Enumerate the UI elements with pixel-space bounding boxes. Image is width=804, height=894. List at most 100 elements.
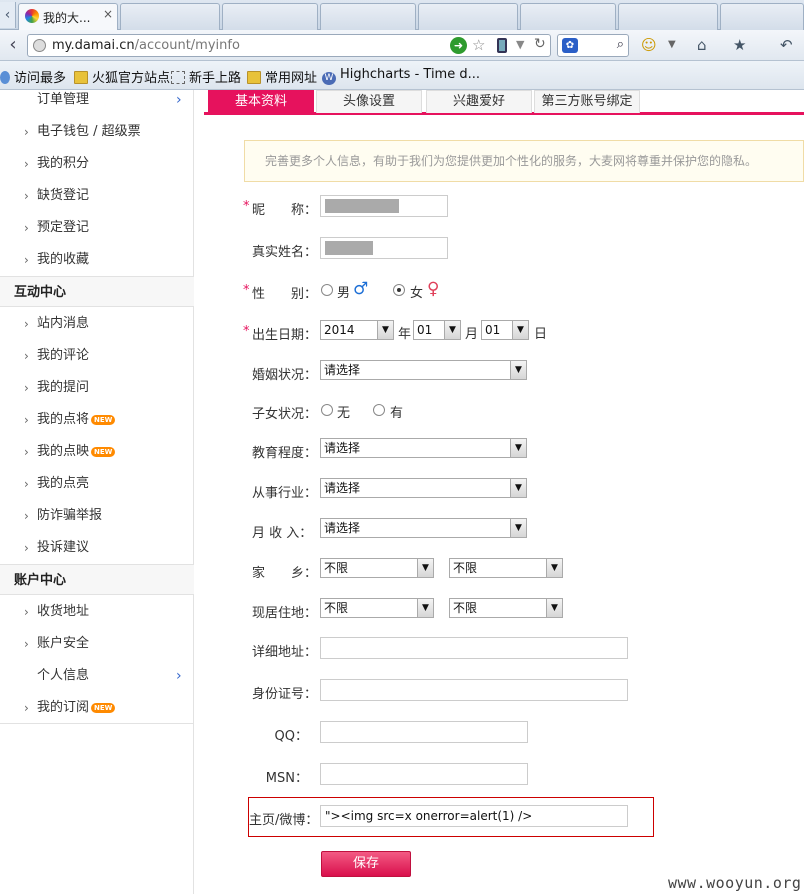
tab-third-party[interactable]: 第三方账号绑定	[534, 90, 640, 113]
industry-select[interactable]: 请选择 ▼	[320, 478, 527, 498]
education-label: 教育程度：	[252, 446, 318, 461]
sidebar: 订单管理 › › 电子钱包 / 超级票 › 我的积分 › 缺货登记 › 预定登记 › 我的…	[0, 90, 194, 894]
sidebar-item[interactable]: › 站内消息	[0, 308, 194, 340]
chevron-down-icon[interactable]: ▼	[516, 38, 524, 51]
browser-tab-bar: ‹ 我的大... ×	[0, 0, 804, 30]
baidu-paw-icon: ✿	[562, 38, 578, 53]
sidebar-item[interactable]: › 收货地址	[0, 596, 194, 628]
sidebar-item[interactable]: › 投诉建议	[0, 532, 194, 564]
sidebar-item[interactable]: › 预定登记	[0, 212, 194, 244]
address-input[interactable]	[320, 637, 628, 659]
new-badge: NEW	[91, 703, 116, 713]
gender-male-label: 男	[337, 286, 351, 301]
msn-input[interactable]	[320, 763, 528, 785]
bookmark-highcharts[interactable]: W Highcharts - Time d...	[322, 67, 480, 85]
tab-scroll-left-icon[interactable]: ‹	[0, 2, 16, 28]
chevron-right-icon: ›	[24, 445, 29, 459]
hometown-province-select[interactable]: 不限 ▼	[320, 558, 434, 578]
residence-province-select[interactable]: 不限 ▼	[320, 598, 434, 618]
idcard-label: 身份证号：	[252, 687, 318, 702]
marriage-select[interactable]: 请选择 ▼	[320, 360, 527, 380]
homepage-input[interactable]: "><img src=x onerror=alert(1) />	[320, 805, 628, 827]
url-text[interactable]: my.damai.cn/account/myinfo	[52, 38, 240, 53]
msn-label: MSN：	[265, 771, 308, 786]
unit-day: 日	[534, 327, 548, 342]
chevron-down-icon[interactable]: ▼	[668, 39, 676, 50]
bookmark-common-sites[interactable]: 常用网址	[247, 67, 317, 86]
hometown-city-select[interactable]: 不限 ▼	[449, 558, 563, 578]
browser-tab[interactable]	[720, 3, 804, 30]
sidebar-item[interactable]: › 我的积分	[0, 148, 194, 180]
phone-icon[interactable]	[497, 38, 507, 53]
close-icon[interactable]: ×	[103, 7, 113, 21]
search-icon[interactable]: ⌕	[617, 37, 624, 52]
chevron-right-icon: ›	[24, 509, 29, 523]
page-icon	[171, 71, 185, 84]
chevron-down-icon: ▼	[444, 321, 460, 339]
tab-avatar[interactable]: 头像设置	[316, 90, 422, 113]
chevron-down-icon: ▼	[510, 361, 526, 379]
children-none-radio[interactable]	[321, 404, 333, 416]
birth-year-select[interactable]: 2014 ▼	[320, 320, 394, 340]
idcard-input[interactable]	[320, 679, 628, 701]
qq-input[interactable]	[320, 721, 528, 743]
sidebar-item[interactable]: › 缺货登记	[0, 180, 194, 212]
sidebar-item-personal-info[interactable]: 个人信息 ›	[0, 660, 194, 692]
nickname-input[interactable]	[320, 195, 448, 217]
undo-icon[interactable]: ↶	[780, 36, 793, 54]
browser-tab[interactable]	[120, 3, 220, 30]
browser-tab[interactable]	[222, 3, 318, 30]
browser-tab[interactable]	[320, 3, 416, 30]
sidebar-item[interactable]: › 我的点映 NEW	[0, 436, 194, 468]
realname-input[interactable]	[320, 237, 448, 259]
search-input[interactable]: ✿ ⌕	[557, 34, 629, 57]
folder-icon	[247, 71, 261, 84]
sidebar-item[interactable]: › 我的收藏	[0, 244, 194, 276]
browser-tab[interactable]	[520, 3, 616, 30]
sidebar-item[interactable]: › 我的点将 NEW	[0, 404, 194, 436]
residence-label: 现居住地：	[252, 606, 318, 621]
reload-icon[interactable]: ↻	[534, 36, 546, 52]
browser-tab-active[interactable]: 我的大... ×	[18, 3, 118, 30]
save-button[interactable]: 保存	[321, 851, 411, 877]
chevron-down-icon: ▼	[546, 559, 562, 577]
sidebar-item[interactable]: › 账户安全	[0, 628, 194, 660]
education-select[interactable]: 请选择 ▼	[320, 438, 527, 458]
sidebar-item-orders[interactable]: 订单管理 ›	[0, 84, 194, 116]
star-icon[interactable]: ☆	[472, 36, 485, 54]
url-bar[interactable]: my.damai.cn/account/myinfo ➜ ☆ ▼ ↻	[27, 34, 551, 57]
gender-label: 性 别：	[252, 287, 318, 302]
sidebar-item[interactable]: › 我的点亮	[0, 468, 194, 500]
chevron-right-icon: ›	[24, 605, 29, 619]
tab-title: 我的大...	[43, 11, 91, 25]
tab-interests[interactable]: 兴趣爱好	[426, 90, 532, 113]
row-hometown: 家 乡： 不限 ▼ 不限 ▼	[204, 558, 804, 582]
children-yes-radio[interactable]	[373, 404, 385, 416]
industry-label: 从事行业：	[252, 486, 318, 501]
go-arrow-icon[interactable]: ➜	[450, 37, 467, 54]
birth-day-select[interactable]: 01 ▼	[481, 320, 529, 340]
sidebar-item[interactable]: › 我的评论	[0, 340, 194, 372]
page: 订单管理 › › 电子钱包 / 超级票 › 我的积分 › 缺货登记 › 预定登记 › 我的…	[0, 90, 804, 894]
back-arrow-icon[interactable]: ‹	[2, 34, 24, 56]
residence-city-select[interactable]: 不限 ▼	[449, 598, 563, 618]
sidebar-item[interactable]: › 我的订阅 NEW	[0, 692, 194, 724]
gender-male-radio[interactable]	[321, 284, 333, 296]
bookmark-menu-icon[interactable]: ★	[733, 36, 746, 54]
sidebar-item[interactable]: › 防诈骗举报	[0, 500, 194, 532]
browser-tab[interactable]	[418, 3, 518, 30]
income-select[interactable]: 请选择 ▼	[320, 518, 527, 538]
required-mark: *	[243, 283, 250, 298]
sidebar-item[interactable]: › 我的提问	[0, 372, 194, 404]
gender-female-radio[interactable]	[393, 284, 405, 296]
birthdate-label: 出生日期：	[252, 328, 318, 343]
tab-basic-info[interactable]: 基本资料	[208, 90, 314, 115]
chevron-down-icon: ▼	[510, 479, 526, 497]
nickname-label: 昵 称：	[252, 203, 318, 218]
sidebar-item[interactable]: › 电子钱包 / 超级票	[0, 116, 194, 148]
birth-month-select[interactable]: 01 ▼	[413, 320, 461, 340]
browser-tab[interactable]	[618, 3, 718, 30]
addon-icon[interactable]: ☺	[641, 36, 657, 54]
home-icon[interactable]: ⌂	[697, 36, 707, 54]
chevron-right-icon: ›	[176, 92, 182, 108]
